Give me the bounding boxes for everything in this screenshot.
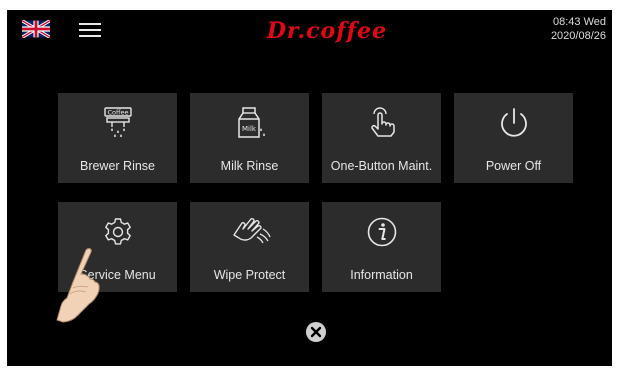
info-icon <box>367 217 396 247</box>
clock: 08:43 Wed 2020/08/26 <box>526 15 606 43</box>
brand-logo: Dr.coffee <box>266 18 388 44</box>
date: 2020/08/26 <box>550 30 606 42</box>
tile-label: Information <box>350 268 413 282</box>
one-button-maint-button[interactable]: One-Button Maint. <box>322 93 441 183</box>
svg-text:Milk: Milk <box>242 125 257 133</box>
power-off-button[interactable]: Power Off <box>454 93 573 183</box>
brewer-rinse-button[interactable]: Coffee Brewer Rinse <box>58 93 177 183</box>
hamburger-menu-icon[interactable] <box>79 22 101 38</box>
svg-text:Coffee: Coffee <box>107 109 128 117</box>
milk-rinse-button[interactable]: Milk Milk Rinse <box>190 93 309 183</box>
gear-icon <box>104 218 131 245</box>
milk-carton-icon: Milk <box>237 107 265 138</box>
wipe-hand-icon <box>232 218 271 244</box>
pointing-hand-icon <box>56 248 100 323</box>
tile-label: Brewer Rinse <box>79 159 156 173</box>
uk-flag-icon[interactable] <box>22 20 50 38</box>
tile-label: Wipe Protect <box>213 268 286 282</box>
tile-label: One-Button Maint. <box>330 159 433 173</box>
touch-hand-icon <box>370 107 395 137</box>
tile-label: Milk Rinse <box>220 159 279 173</box>
tile-label: Power Off <box>485 159 542 173</box>
power-icon <box>500 108 527 137</box>
close-circle-icon[interactable] <box>305 321 327 343</box>
wipe-protect-button[interactable]: Wipe Protect <box>190 202 309 292</box>
time-day: 08:43 Wed <box>552 16 606 28</box>
coffee-brewer-rinse-icon: Coffee <box>103 107 132 137</box>
information-button[interactable]: Information <box>322 202 441 292</box>
